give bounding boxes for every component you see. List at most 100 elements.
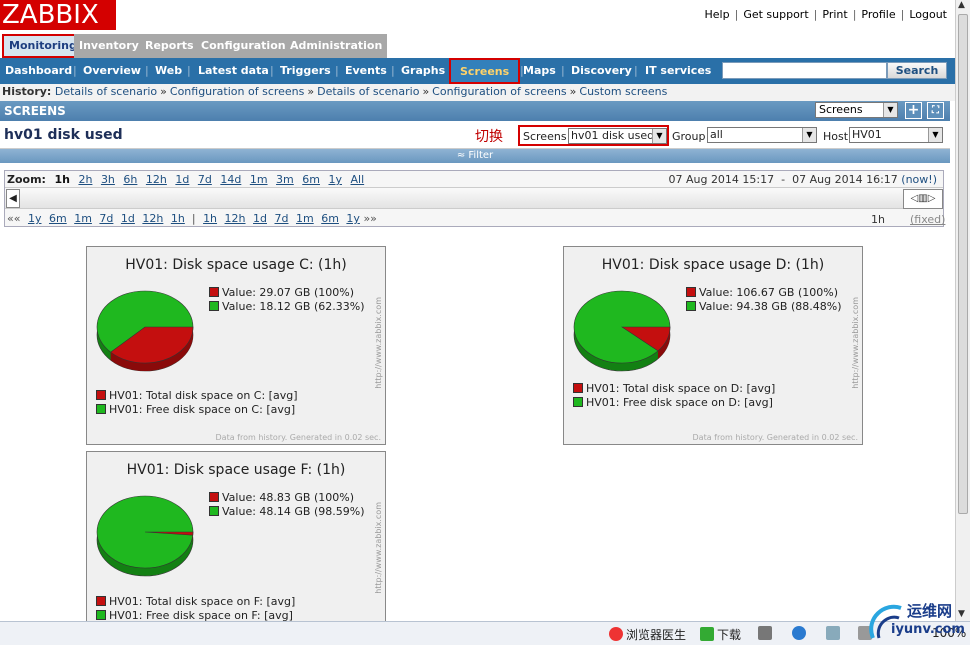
nav-back[interactable]: 6m — [49, 212, 67, 225]
window-icon[interactable] — [826, 626, 843, 641]
submenu-latest-data[interactable]: Latest data — [198, 64, 269, 77]
submenu-it-services[interactable]: IT services — [645, 64, 711, 77]
submenu-events[interactable]: Events — [345, 64, 387, 77]
now-link[interactable]: (now!) — [901, 173, 937, 186]
get-support-link[interactable]: Get support — [743, 8, 808, 21]
period-from: 07 Aug 2014 15:17 — [668, 173, 775, 186]
fullscreen-icon[interactable]: ⛶ — [927, 102, 944, 119]
back-arrows-icon: «« — [7, 212, 21, 225]
fixed-toggle[interactable]: (fixed) — [910, 213, 945, 226]
logout-link[interactable]: Logout — [909, 8, 947, 21]
nav-back[interactable]: 1y — [28, 212, 42, 225]
zoom-option-current[interactable]: 1h — [54, 173, 70, 186]
nav-forward[interactable]: 1y — [346, 212, 360, 225]
nav-forward[interactable]: 12h — [225, 212, 246, 225]
tab-reports[interactable]: Reports — [140, 34, 199, 58]
ie-icon[interactable] — [792, 626, 809, 641]
chevron-up-icon: ≈ — [456, 150, 469, 161]
compat-icon[interactable] — [758, 626, 775, 641]
history-item-5[interactable]: Custom screens — [579, 85, 667, 98]
group-label: Group — [672, 130, 706, 143]
zoom-option[interactable]: All — [351, 173, 365, 186]
plus-icon[interactable]: + — [905, 102, 922, 119]
screen-title-row: hv01 disk used 切换 Screens hv01 disk used… — [0, 121, 950, 149]
history-item-2[interactable]: Configuration of screens — [170, 85, 305, 98]
timeline-scrollbar[interactable]: ◀ ◁▥▷ — [5, 187, 943, 209]
free-value: Value: 48.14 GB (98.59%) — [209, 505, 365, 518]
nav-forward[interactable]: 6m — [321, 212, 339, 225]
page-scrollbar[interactable]: ▲ ▼ — [955, 0, 970, 621]
browser-doctor[interactable]: 浏览器医生 — [609, 626, 686, 643]
tab-inventory[interactable]: Inventory — [74, 34, 144, 58]
help-link[interactable]: Help — [705, 8, 730, 21]
submenu-web[interactable]: Web — [155, 64, 182, 77]
red-swatch — [573, 383, 583, 393]
submenu-triggers[interactable]: Triggers — [280, 64, 331, 77]
submenu-dashboard[interactable]: Dashboard — [5, 64, 72, 77]
zoom-option[interactable]: 12h — [146, 173, 167, 186]
free-value: Value: 18.12 GB (62.33%) — [209, 300, 365, 313]
search-input[interactable] — [722, 62, 887, 79]
download-icon — [700, 627, 714, 641]
tab-administration[interactable]: Administration — [285, 34, 388, 58]
screens-select[interactable]: hv01 disk used ▼ — [568, 128, 667, 144]
history-item-3[interactable]: Details of scenario — [317, 85, 419, 98]
download[interactable]: 下载 — [700, 626, 741, 643]
legend-free: HV01: Free disk space on D: [avg] — [573, 396, 773, 409]
green-swatch — [573, 397, 583, 407]
scroll-thumb[interactable] — [958, 14, 968, 514]
zoom-option[interactable]: 1y — [328, 173, 342, 186]
timeline-handle[interactable]: ◁▥▷ — [903, 189, 943, 209]
graph-disk-d[interactable]: HV01: Disk space usage D: (1h) Value: 10… — [563, 246, 863, 445]
nav-forward[interactable]: 1d — [253, 212, 267, 225]
graph-disk-c[interactable]: HV01: Disk space usage C: (1h) Value: 29… — [86, 246, 386, 445]
filter-toggle[interactable]: ≈ Filter — [0, 149, 950, 163]
group-select[interactable]: all ▼ — [707, 127, 817, 143]
zoom-option[interactable]: 3h — [101, 173, 115, 186]
zoom-option[interactable]: 1d — [175, 173, 189, 186]
nav-back[interactable]: 1h — [171, 212, 185, 225]
period-length: 1h — [871, 213, 885, 226]
nav-back[interactable]: 12h — [142, 212, 163, 225]
submenu-maps[interactable]: Maps — [523, 64, 556, 77]
zabbix-logo[interactable]: ZABBIX — [0, 0, 116, 30]
screen-selector: Screens hv01 disk used ▼ — [518, 125, 669, 146]
nav-back[interactable]: 1d — [121, 212, 135, 225]
timeline-navigation: «« 1y 6m 1m 7d 1d 12h 1h | 1h 12h 1d 7d … — [7, 212, 377, 225]
zoom-option[interactable]: 14d — [220, 173, 241, 186]
zoom-option[interactable]: 6m — [302, 173, 320, 186]
scroll-left-arrow-icon[interactable]: ◀ — [6, 189, 20, 208]
search-button[interactable]: Search — [887, 62, 947, 79]
print-link[interactable]: Print — [822, 8, 847, 21]
tab-configuration[interactable]: Configuration — [196, 34, 291, 58]
screens-type-select[interactable]: Screens ▼ — [815, 102, 898, 118]
submenu-screens[interactable]: Screens — [449, 58, 521, 84]
free-value: Value: 94.38 GB (88.48%) — [686, 300, 842, 313]
nav-forward[interactable]: 1h — [203, 212, 217, 225]
screens-section-header: SCREENS — [0, 101, 950, 121]
host-select[interactable]: HV01 ▼ — [849, 127, 943, 143]
top-links: Help | Get support | Print | Profile | Logout — [704, 8, 947, 21]
top-bar: ZABBIX Help | Get support | Print | Profile | Lo… — [0, 0, 955, 30]
zoom-option[interactable]: 6h — [123, 173, 137, 186]
zoom-option[interactable]: 3m — [276, 173, 294, 186]
submenu-overview[interactable]: Overview — [83, 64, 141, 77]
history-item-1[interactable]: Details of scenario — [55, 85, 157, 98]
nav-back[interactable]: 1m — [74, 212, 92, 225]
history-item-4[interactable]: Configuration of screens — [432, 85, 567, 98]
page-title: hv01 disk used — [4, 127, 123, 143]
green-swatch — [209, 506, 219, 516]
graph-disk-f[interactable]: HV01: Disk space usage F: (1h) Value: 48… — [86, 451, 386, 626]
submenu-discovery[interactable]: Discovery — [571, 64, 632, 77]
zoom-option[interactable]: 1m — [250, 173, 268, 186]
nav-forward[interactable]: 7d — [275, 212, 289, 225]
nav-back[interactable]: 7d — [99, 212, 113, 225]
nav-forward[interactable]: 1m — [296, 212, 314, 225]
zoom-option[interactable]: 7d — [198, 173, 212, 186]
profile-link[interactable]: Profile — [861, 8, 895, 21]
submenu-graphs[interactable]: Graphs — [401, 64, 445, 77]
host-label: Host — [823, 130, 849, 143]
scroll-up-icon[interactable]: ▲ — [958, 0, 965, 10]
tab-monitoring[interactable]: Monitoring — [2, 34, 84, 58]
zoom-option[interactable]: 2h — [78, 173, 92, 186]
